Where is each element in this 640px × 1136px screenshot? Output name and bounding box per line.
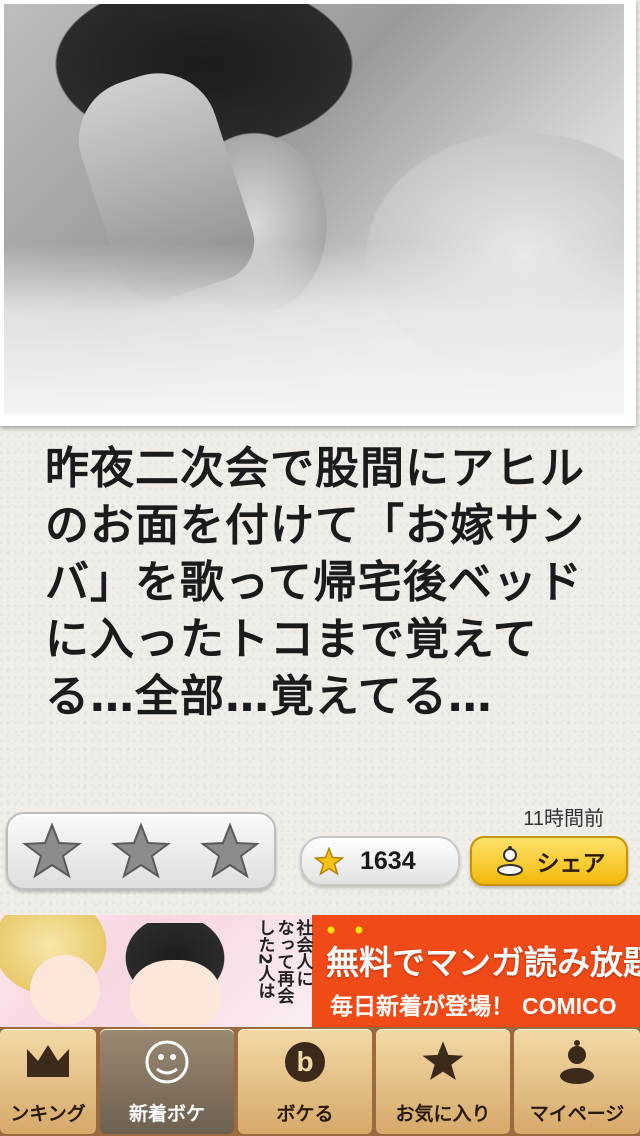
svg-text:b: b <box>296 1046 313 1077</box>
star-icon <box>314 846 344 876</box>
tab-mypage[interactable]: マイページ <box>514 1029 640 1134</box>
tab-favorites[interactable]: お気に入り <box>376 1029 510 1134</box>
ad-subtitle: 毎日新着が登場！ COMICO <box>330 987 617 1021</box>
ad-character-face <box>130 960 220 1027</box>
tab-label: ンキング <box>10 1103 86 1125</box>
boke-text: 昨夜二次会で股間にアヒルのお面を付けて「お嫁サンバ」を歌って帰宅後ベッドに入った… <box>45 443 585 722</box>
ad-brand: COMICO <box>522 993 617 1019</box>
tab-new-boke[interactable]: 新着ボケ <box>100 1029 234 1134</box>
crown-icon <box>27 1045 69 1077</box>
new-boke-icon <box>145 1040 189 1084</box>
ad-dots-icon <box>327 926 363 934</box>
person-icon <box>560 1040 594 1084</box>
star-count-badge: 1634 <box>300 836 460 886</box>
post-timestamp: 11時間前 <box>523 808 604 830</box>
tab-label: ボケる <box>276 1103 334 1125</box>
rating-stars <box>6 812 276 890</box>
tab-label: マイページ <box>529 1103 625 1125</box>
tab-label: お気に入り <box>395 1103 491 1125</box>
post-photo[interactable] <box>4 4 624 414</box>
tab-boke-ru[interactable]: b ボケる <box>238 1029 372 1134</box>
star-count: 1634 <box>360 846 416 875</box>
post-photo-frame <box>0 0 636 426</box>
star-icon <box>199 822 260 879</box>
ad-illustration: 社会人に なって再会 した2人は <box>0 915 313 1027</box>
ad-vertical-line: なって再会 <box>273 919 294 1004</box>
ad-subtitle-text: 毎日新着が登場！ <box>330 994 514 1020</box>
star-icon <box>111 822 171 879</box>
rating-star-1[interactable] <box>20 819 84 883</box>
ad-character-face <box>30 955 100 1025</box>
share-person-icon <box>496 846 523 876</box>
content-area: 昨夜二次会で股間にアヒルのお面を付けて「お嫁サンバ」を歌って帰宅後ベッドに入った… <box>0 0 640 915</box>
star-icon <box>422 1041 464 1080</box>
ad-vertical-line: 社会人に <box>292 919 313 987</box>
tab-label: 新着ボケ <box>128 1103 205 1125</box>
ad-vertical-line: した2人は <box>254 919 275 999</box>
tab-ranking[interactable]: ンキング <box>0 1029 96 1134</box>
share-button[interactable]: シェア <box>470 836 628 886</box>
star-icon <box>22 822 83 879</box>
ad-vertical-text: 社会人に なって再会 した2人は <box>254 919 313 1023</box>
b-icon: b <box>285 1042 325 1082</box>
tab-bar: ンキング 新着ボケ b ボケる お気に入り マイページ <box>0 1027 640 1136</box>
ad-title: 無料でマンガ読み放題 <box>326 943 640 982</box>
rating-star-2[interactable] <box>109 819 173 883</box>
rating-star-3[interactable] <box>198 819 262 883</box>
share-label: シェア <box>536 850 606 876</box>
photo-pillow <box>4 244 624 414</box>
